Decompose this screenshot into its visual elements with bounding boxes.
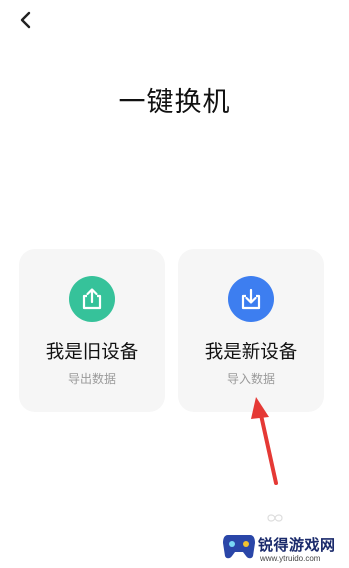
old-device-subtitle: 导出数据 (67, 372, 116, 386)
gamepad-logo-icon (223, 535, 255, 559)
page-title: 一键换机 (118, 87, 231, 117)
download-icon (241, 288, 261, 310)
watermark-url: www.ytruido.com (260, 554, 321, 563)
new-device-subtitle: 导入数据 (226, 372, 275, 386)
upload-icon (82, 288, 102, 310)
old-device-icon-circle (69, 276, 115, 322)
old-device-card[interactable]: 我是旧设备 导出数据 (19, 249, 165, 412)
old-device-title: 我是旧设备 (45, 341, 139, 362)
back-button[interactable] (14, 8, 38, 32)
new-device-icon-circle (228, 276, 274, 322)
faint-infinity-icon (267, 514, 283, 522)
red-arrow-annotation (251, 397, 278, 485)
new-device-card[interactable]: 我是新设备 导入数据 (178, 249, 324, 412)
watermark-site-name: 锐得游戏网 (258, 537, 336, 554)
new-device-title: 我是新设备 (204, 341, 298, 362)
chevron-left-icon (20, 11, 31, 29)
